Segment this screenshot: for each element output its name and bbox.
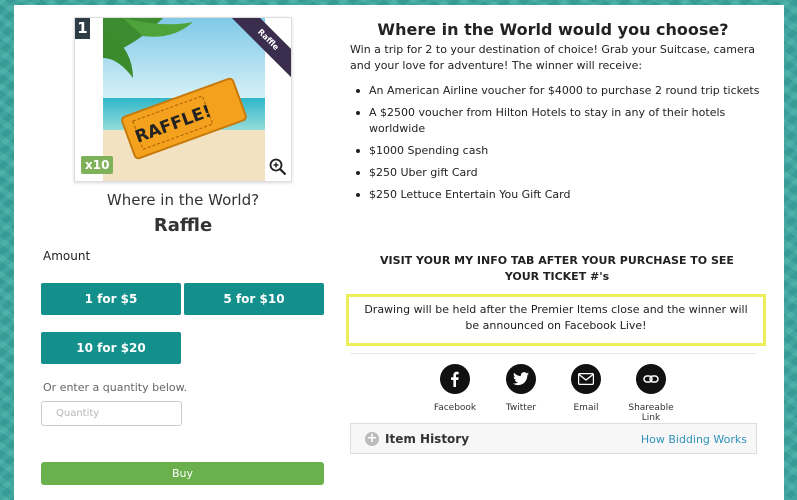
share-link[interactable]: Shareable Link: [619, 364, 683, 423]
share-label: Twitter: [505, 403, 537, 413]
item-image[interactable]: RAFFLE! Raffle 1 x10: [74, 17, 292, 182]
item-history-panel[interactable]: + Item History How Bidding Works: [350, 423, 757, 454]
prize-item: $1000 Spending cash: [350, 143, 762, 159]
ticket-count-badge: x10: [81, 156, 114, 174]
link-icon: [636, 364, 666, 394]
quantity-input[interactable]: [41, 401, 182, 426]
quantity-hint: Or enter a quantity below.: [43, 381, 188, 394]
option-1-for-5-button[interactable]: 1 for $5: [41, 283, 181, 315]
raffle-ribbon: Raffle: [231, 18, 291, 78]
share-label: Shareable Link: [628, 403, 674, 423]
buy-button[interactable]: Buy: [41, 462, 324, 485]
facebook-icon: [440, 364, 470, 394]
drawing-notice: Drawing will be held after the Premier I…: [346, 294, 766, 346]
prize-item: A $2500 voucher from Hilton Hotels to st…: [350, 105, 762, 137]
option-5-for-10-button[interactable]: 5 for $10: [184, 283, 324, 315]
item-title: Where in the World?: [106, 191, 260, 209]
prize-item: $250 Lettuce Entertain You Gift Card: [350, 187, 762, 203]
description-heading: Where in the World would you choose?: [377, 20, 729, 39]
share-label: Email: [573, 403, 599, 413]
prize-item: An American Airline voucher for $4000 to…: [350, 83, 762, 99]
email-icon: [571, 364, 601, 394]
item-history-title: Item History: [385, 432, 470, 446]
item-card: RAFFLE! Raffle 1 x10 Where in the World?…: [14, 5, 784, 500]
share-facebook[interactable]: Facebook: [423, 364, 487, 413]
expand-plus-icon[interactable]: +: [365, 432, 379, 446]
item-number: 1: [75, 18, 90, 39]
share-twitter[interactable]: Twitter: [489, 364, 553, 413]
share-email[interactable]: Email: [554, 364, 618, 413]
prize-item: $250 Uber gift Card: [350, 165, 762, 181]
ticket-notice: VISIT YOUR MY INFO TAB AFTER YOUR PURCHA…: [380, 254, 734, 283]
divider: [350, 353, 756, 354]
twitter-icon: [506, 364, 536, 394]
option-10-for-20-button[interactable]: 10 for $20: [41, 332, 181, 364]
how-bidding-works-link[interactable]: How Bidding Works: [641, 433, 747, 446]
raffle-ribbon-label: Raffle: [231, 18, 291, 78]
description-intro: Win a trip for 2 to your destination of …: [350, 43, 756, 72]
zoom-in-icon[interactable]: [269, 158, 287, 176]
amount-label: Amount: [43, 249, 91, 263]
prize-list: An American Airline voucher for $4000 to…: [350, 83, 762, 209]
share-label: Facebook: [433, 403, 477, 413]
item-type: Raffle: [153, 215, 213, 236]
